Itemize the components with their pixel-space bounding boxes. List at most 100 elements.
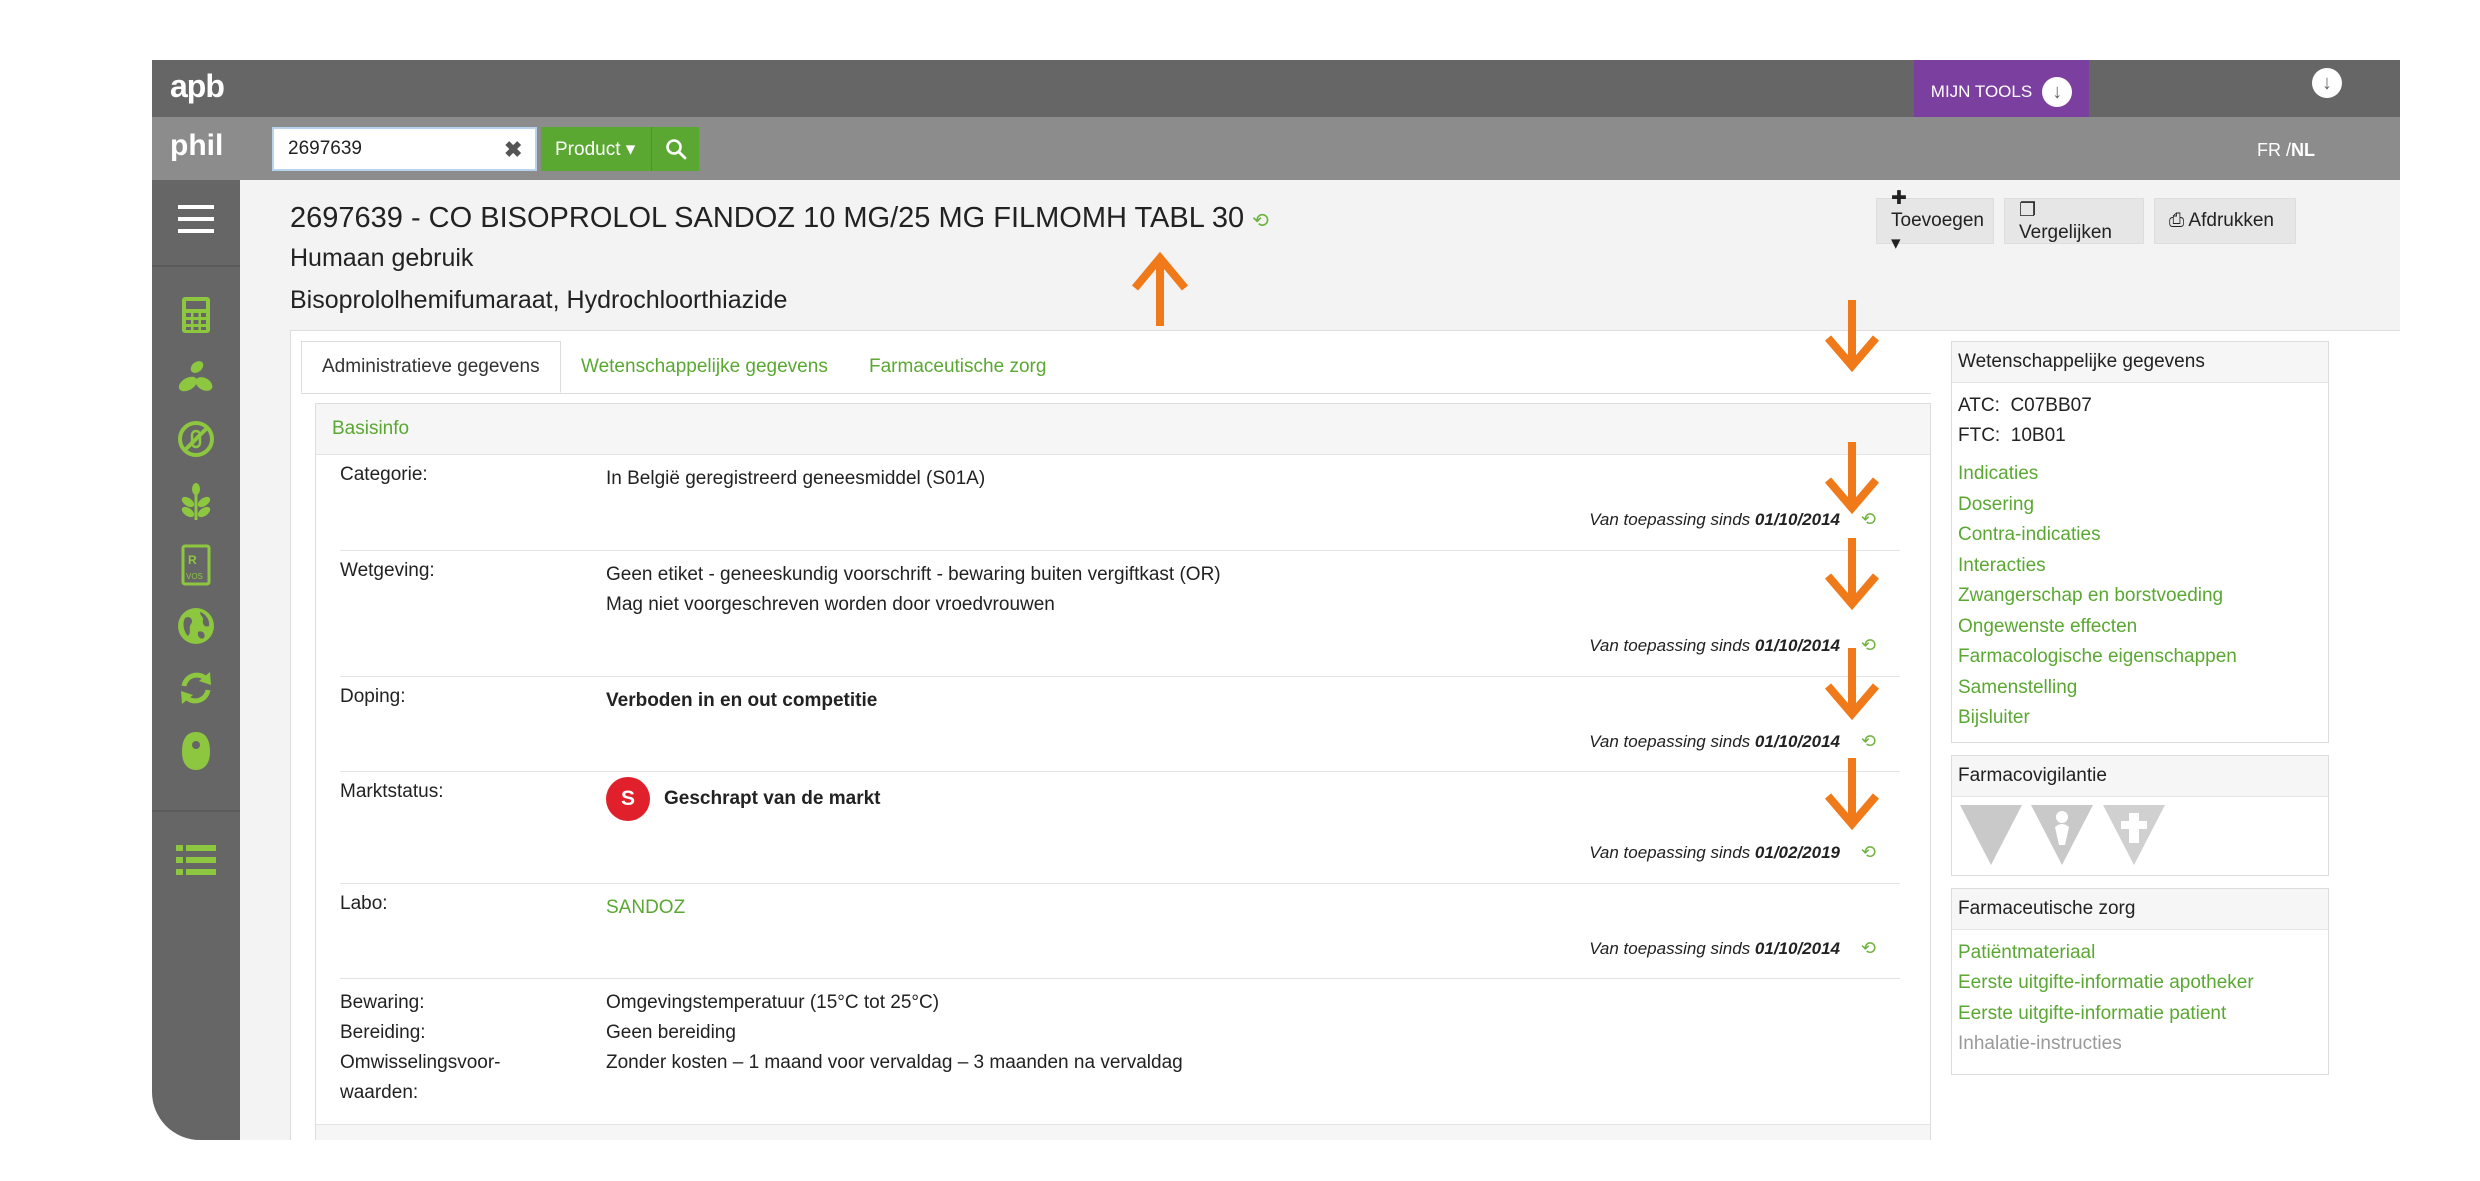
search-icon[interactable]: [651, 127, 699, 171]
info-row: Labo: SANDOZ Van toepassing sinds 01/10/…: [340, 883, 1900, 979]
tab-bar: Administratieve gegevens Wetenschappelij…: [301, 341, 1931, 394]
link-zwangerschap[interactable]: Zwangerschap en borstvoeding: [1958, 581, 2322, 612]
main-content: 2697639 - CO BISOPROLOL SANDOZ 10 MG/25 …: [240, 180, 2400, 1140]
calculator-icon[interactable]: [174, 296, 218, 340]
labo-link[interactable]: SANDOZ: [606, 893, 685, 923]
product-dropdown[interactable]: Product ▾: [541, 127, 651, 171]
since-text: Van toepassing sinds 01/02/2019: [1589, 843, 1840, 862]
tab-administratieve-gegevens[interactable]: Administratieve gegevens: [301, 341, 561, 393]
annotation-arrow-icon: [1824, 538, 1880, 611]
history-icon[interactable]: ⟲: [1861, 731, 1876, 752]
atc-code: ATC: C07BB07: [1958, 395, 2092, 416]
status-badge: S: [606, 777, 650, 821]
next-section-heading: [316, 1124, 1930, 1140]
since-text: Van toepassing sinds 01/10/2014: [1589, 510, 1840, 529]
link-contra-indicaties[interactable]: Contra-indicaties: [1958, 520, 2322, 551]
search-input[interactable]: 2697639: [272, 127, 537, 171]
pills-icon[interactable]: [174, 358, 218, 402]
history-icon[interactable]: ⟲: [1861, 842, 1876, 863]
usage-subtitle: Humaan gebruik: [290, 244, 474, 272]
toevoegen-button[interactable]: ✚ Toevoegen ▾: [1876, 188, 1994, 254]
since-text: Van toepassing sinds 01/10/2014: [1589, 939, 1840, 958]
mijn-tools-label: MIJN TOOLS: [1930, 82, 2033, 101]
row-label: Labo:: [340, 893, 388, 914]
annotation-arrow-up-icon: [1131, 251, 1189, 326]
wetenschappelijke-box: Wetenschappelijke gegevens ATC: C07BB07 …: [1951, 341, 2329, 743]
clear-icon[interactable]: ✖: [504, 137, 522, 163]
row-label: Categorie:: [340, 464, 428, 485]
link-ongewenste-effecten[interactable]: Ongewenste effecten: [1958, 612, 2322, 643]
link-interacties[interactable]: Interacties: [1958, 551, 2322, 582]
annotation-arrow-icon: [1824, 300, 1880, 373]
info-row: Wetgeving: Geen etiket - geneeskundig vo…: [340, 550, 1900, 677]
history-icon[interactable]: ⟲: [1861, 938, 1876, 959]
tab-wetenschappelijke-gegevens[interactable]: Wetenschappelijke gegevens: [581, 341, 828, 393]
content-panel: Administratieve gegevens Wetenschappelij…: [290, 330, 2400, 1140]
lang-nl-link[interactable]: NL: [2291, 140, 2315, 160]
black-triangle-icon: [1960, 804, 2022, 865]
link-eerste-uitgifte-patient[interactable]: Eerste uitgifte-informatie patient: [1958, 999, 2322, 1030]
plant-icon[interactable]: [174, 482, 218, 526]
download-icon[interactable]: ↓: [2312, 68, 2342, 98]
basisinfo-heading[interactable]: Basisinfo: [316, 404, 1930, 455]
annotation-arrow-icon: [1824, 442, 1880, 515]
tab-farmaceutische-zorg[interactable]: Farmaceutische zorg: [869, 341, 1046, 393]
info-row: Bewaring: Bereiding: Omwisselingsvoor- w…: [340, 978, 1900, 1118]
link-patientmateriaal[interactable]: Patiëntmateriaal: [1958, 938, 2322, 969]
box-heading: Wetenschappelijke gegevens: [1952, 342, 2328, 383]
box-heading: Farmaceutische zorg: [1952, 888, 2328, 930]
mijn-tools-button[interactable]: MIJN TOOLS ↓: [1914, 60, 2089, 124]
prohibited-icon[interactable]: [174, 420, 218, 464]
sidebar-divider: [152, 265, 240, 267]
download-icon: ↓: [2042, 77, 2073, 107]
ingredients-subtitle: Bisoprololhemifumaraat, Hydrochloorthiaz…: [290, 286, 788, 314]
ostomy-icon[interactable]: [174, 730, 218, 774]
globe-icon[interactable]: [174, 606, 218, 650]
link-indicaties[interactable]: Indicaties: [1958, 459, 2322, 490]
apb-logo[interactable]: apb: [170, 68, 225, 105]
ftc-code: FTC: 10B01: [1958, 425, 2066, 446]
link-eerste-uitgifte-apotheker[interactable]: Eerste uitgifte-informatie apotheker: [1958, 968, 2322, 999]
link-inhalatie-instructies: Inhalatie-instructies: [1958, 1033, 2122, 1054]
annotation-arrow-icon: [1824, 648, 1880, 721]
vergelijken-button[interactable]: ❐ Vergelijken: [2004, 198, 2144, 244]
rx-vos-icon[interactable]: R VOS: [174, 544, 218, 588]
link-farmacologische-eigenschappen[interactable]: Farmacologische eigenschappen: [1958, 642, 2322, 673]
annotation-arrow-icon: [1824, 758, 1880, 831]
product-title: 2697639 - CO BISOPROLOL SANDOZ 10 MG/25 …: [290, 202, 1245, 234]
row-value: S Geschrapt van de markt: [606, 777, 880, 821]
refresh-icon[interactable]: [174, 668, 218, 712]
sidebar-divider: [152, 810, 240, 812]
lang-fr-link[interactable]: FR /: [2257, 140, 2291, 160]
row-value: In België geregistreerd geneesmiddel (S0…: [606, 468, 986, 489]
since-text: Van toepassing sinds 01/10/2014: [1589, 732, 1840, 751]
farmaceutische-zorg-box: Farmaceutische zorg Patiëntmateriaal Eer…: [1951, 887, 2329, 1075]
box-heading: Farmacovigilantie: [1952, 755, 2328, 797]
info-row: Marktstatus: S Geschrapt van de markt Van…: [340, 771, 1900, 884]
driving-warning-icon: [2102, 804, 2165, 865]
app-window: apb MIJN TOOLS ↓ ↓ phil 2697639 ✖ Produc…: [152, 60, 2400, 1140]
afdrukken-button[interactable]: ⎙ Afdrukken: [2154, 198, 2296, 244]
language-switch[interactable]: FR /NL: [2257, 140, 2315, 161]
row-value: Omgevingstemperatuur (15°C tot 25°C) Gee…: [606, 992, 1183, 1073]
row-label: Doping:: [340, 686, 406, 707]
row-label: Wetgeving:: [340, 560, 435, 581]
search-bar: phil 2697639 ✖ Product ▾ FR /NL: [152, 117, 2400, 180]
pregnancy-warning-icon: [2031, 804, 2094, 865]
svg-text:R: R: [188, 553, 197, 567]
farmacovigilantie-box: Farmacovigilantie: [1951, 754, 2329, 876]
row-label: Marktstatus:: [340, 781, 444, 802]
row-label: Bewaring: Bereiding: Omwisselingsvoor- w…: [340, 992, 501, 1103]
info-row: Doping: Verboden in en out competitie Va…: [340, 676, 1900, 772]
history-icon[interactable]: ⟲: [1252, 210, 1269, 232]
right-column: Wetenschappelijke gegevens ATC: C07BB07 …: [1951, 341, 2329, 1087]
link-dosering[interactable]: Dosering: [1958, 490, 2322, 521]
link-bijsluiter[interactable]: Bijsluiter: [1958, 703, 2322, 734]
row-value: Verboden in en out competitie: [606, 690, 878, 711]
svg-text:VOS: VOS: [186, 572, 203, 581]
sidebar: R VOS: [152, 180, 240, 1140]
list-icon[interactable]: [174, 842, 218, 886]
menu-icon[interactable]: [174, 200, 218, 244]
link-samenstelling[interactable]: Samenstelling: [1958, 673, 2322, 704]
phil-logo[interactable]: phil: [170, 129, 223, 163]
